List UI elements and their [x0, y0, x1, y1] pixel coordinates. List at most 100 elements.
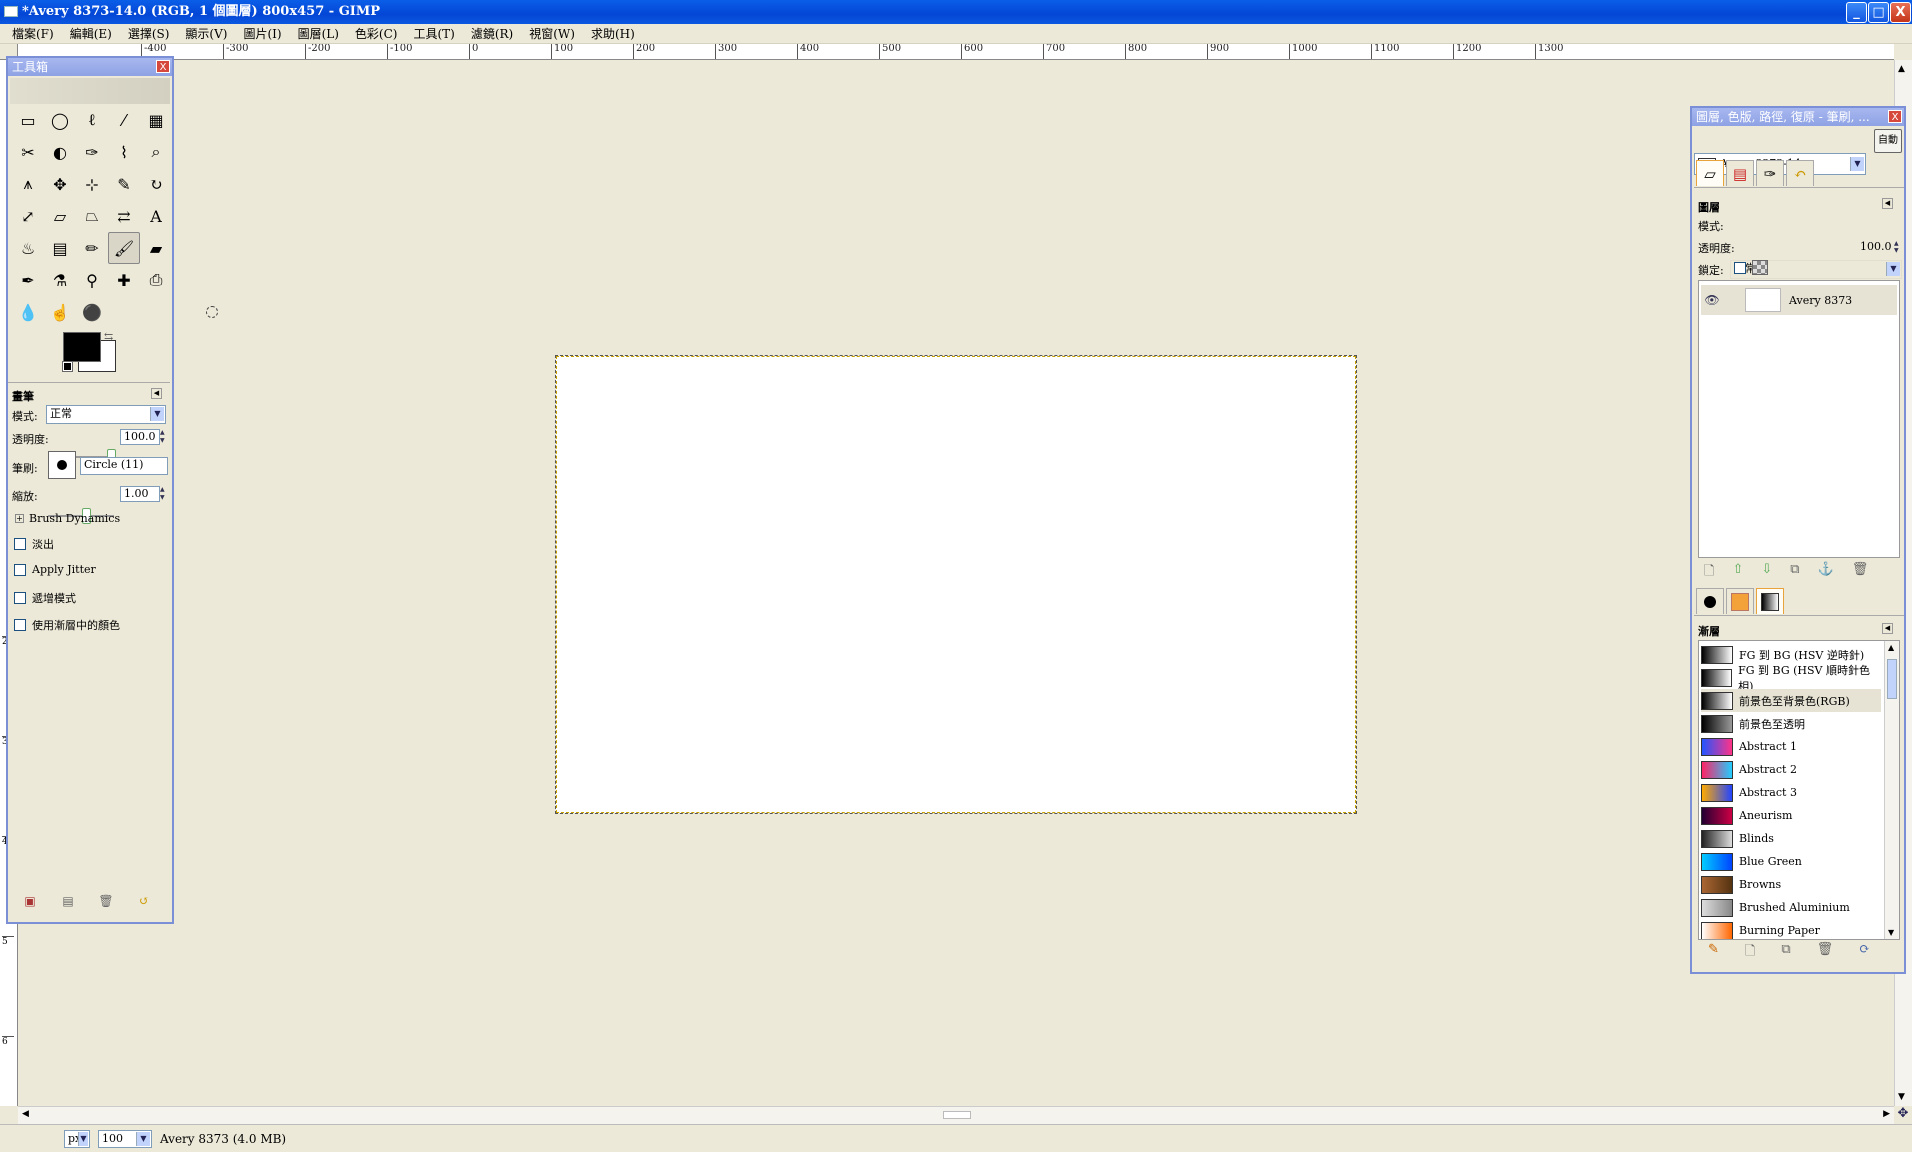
blend-icon[interactable]: ▤ — [44, 232, 76, 264]
scroll-up-icon[interactable]: ▲ — [1888, 643, 1894, 652]
reset-options-icon[interactable]: ↺ — [136, 894, 152, 908]
tab-paths[interactable]: ✑ — [1756, 160, 1784, 186]
align-icon[interactable]: ⊹ — [76, 168, 108, 200]
new-layer-icon[interactable]: 🗋 — [1704, 562, 1714, 584]
option-checkbox-row[interactable]: Apply Jitter — [14, 563, 96, 576]
edit-gradient-icon[interactable]: ✎ — [1708, 942, 1719, 964]
zoom-select[interactable]: 100 ▼ — [98, 1129, 152, 1148]
perspective-icon[interactable]: ⏢ — [76, 200, 108, 232]
tab-brushes[interactable] — [1696, 588, 1724, 614]
lock-alpha-icon[interactable] — [1752, 260, 1768, 275]
default-colors-icon[interactable] — [62, 361, 73, 372]
paths-icon[interactable]: ✑ — [76, 136, 108, 168]
brush-dynamics-expander[interactable]: Brush Dynamics — [29, 512, 120, 525]
menu-item-2[interactable]: 選擇(S) — [120, 25, 178, 42]
option-checkbox-row[interactable]: 遞增模式 — [14, 590, 76, 606]
tab-gradients[interactable] — [1756, 588, 1784, 614]
menu-item-8[interactable]: 濾鏡(R) — [463, 25, 521, 42]
perspective-clone-icon[interactable]: ⎙ — [140, 264, 172, 296]
tab-layers[interactable]: ▱ — [1696, 160, 1724, 186]
maximize-button[interactable]: □ — [1868, 2, 1889, 23]
menu-item-10[interactable]: 求助(H) — [583, 25, 643, 42]
gradient-item[interactable]: Brushed Aluminium — [1701, 896, 1881, 919]
scale-icon[interactable]: ⤢ — [12, 200, 44, 232]
layer-opacity-spinner-icon[interactable]: ▲ ▼ — [1894, 240, 1899, 254]
lower-layer-icon[interactable]: ⇩ — [1761, 562, 1772, 584]
rotate-icon[interactable]: ↻ — [140, 168, 172, 200]
heal-icon[interactable]: ✚ — [108, 264, 140, 296]
flip-icon[interactable]: ⇄ — [108, 200, 140, 232]
scroll-thumb[interactable] — [1887, 659, 1897, 699]
gradient-list[interactable]: FG 到 BG (HSV 逆時針) FG 到 BG (HSV 順時針色相) 前景色至… — [1698, 640, 1900, 940]
checkbox[interactable] — [14, 563, 26, 576]
measure-icon[interactable]: ⩚ — [12, 168, 44, 200]
visibility-eye-icon[interactable]: 👁 — [1701, 293, 1723, 307]
gradient-item[interactable]: Blue Green — [1701, 850, 1881, 873]
menu-item-6[interactable]: 色彩(C) — [347, 25, 406, 42]
zoom-icon[interactable]: ⌕ — [140, 136, 172, 168]
ellipse-select-icon[interactable]: ◯ — [44, 104, 76, 136]
shear-icon[interactable]: ▱ — [44, 200, 76, 232]
new-gradient-icon[interactable]: 🗋 — [1745, 942, 1755, 964]
opacity-input[interactable]: 100.0 — [120, 429, 160, 445]
tab-patterns[interactable] — [1726, 588, 1754, 614]
fuzzy-select-icon[interactable]: ⁄ — [108, 104, 140, 136]
gradient-item[interactable]: Browns — [1701, 873, 1881, 896]
toolbox-titlebar[interactable]: 工具箱 X — [8, 58, 172, 76]
horizontal-ruler[interactable]: -400 -300 -200 -100 0 100 200 300 400 500 600 700 80… — [18, 44, 1894, 60]
lock-pixels-checkbox[interactable] — [1734, 262, 1746, 274]
option-checkbox-row[interactable]: 使用漸層中的顏色 — [14, 617, 120, 633]
refresh-gradients-icon[interactable]: ⟳ — [1859, 942, 1870, 964]
move-icon[interactable]: ✥ — [44, 168, 76, 200]
gradient-item[interactable]: Abstract 2 — [1701, 758, 1881, 781]
mode-select[interactable]: 正常 ▼ — [46, 405, 166, 424]
paintbrush-icon[interactable]: 🖌 — [108, 232, 140, 264]
navigate-icon[interactable]: ✥ — [1894, 1106, 1912, 1124]
ink-icon[interactable]: ⚗ — [44, 264, 76, 296]
minimize-button[interactable]: _ — [1846, 2, 1867, 23]
menu-item-9[interactable]: 視窗(W) — [521, 25, 583, 42]
layers-menu-icon[interactable]: ◀ — [1882, 198, 1893, 209]
scale-input[interactable]: 1.00 — [120, 486, 160, 502]
color-picker-icon[interactable]: ⌇ — [108, 136, 140, 168]
close-button[interactable]: X — [1890, 2, 1911, 23]
scroll-left-icon[interactable]: ◀ — [22, 1109, 29, 1119]
color-select-icon[interactable]: ▦ — [140, 104, 172, 136]
gradient-item[interactable]: Abstract 1 — [1701, 735, 1881, 758]
menu-item-4[interactable]: 圖片(I) — [235, 25, 289, 42]
scale-spinner-icon[interactable]: ▲ ▼ — [160, 486, 165, 502]
menu-item-3[interactable]: 顯示(V) — [177, 25, 235, 42]
menu-item-5[interactable]: 圖層(L) — [290, 25, 347, 42]
clone-icon[interactable]: ⚲ — [76, 264, 108, 296]
scissors-icon[interactable]: ✂ — [12, 136, 44, 168]
scroll-up-icon[interactable]: ▲ — [1898, 64, 1905, 74]
menu-item-7[interactable]: 工具(T) — [405, 25, 462, 42]
layer-list[interactable]: 👁 Avery 8373 — [1698, 280, 1900, 558]
scroll-right-icon[interactable]: ▶ — [1883, 1109, 1890, 1119]
blur-icon[interactable]: 💧 — [12, 296, 44, 328]
foreground-color-swatch[interactable] — [63, 332, 101, 362]
tab-channels[interactable]: ▤ — [1726, 160, 1754, 186]
airbrush-icon[interactable]: ✒ — [12, 264, 44, 296]
gradient-item[interactable]: Aneurism — [1701, 804, 1881, 827]
gradients-menu-icon[interactable]: ◀ — [1882, 623, 1893, 634]
duplicate-gradient-icon[interactable]: ⧉ — [1781, 942, 1790, 964]
checkbox[interactable] — [14, 619, 26, 631]
rect-select-icon[interactable]: ▭ — [12, 104, 44, 136]
checkbox[interactable] — [14, 592, 26, 604]
brush-preview[interactable] — [48, 451, 76, 479]
delete-options-icon[interactable]: 🗑 — [98, 894, 114, 908]
restore-options-icon[interactable]: ▤ — [60, 894, 76, 908]
auto-button[interactable]: 自動 — [1874, 129, 1902, 153]
gradient-item[interactable]: 前景色至背景色(RGB) — [1701, 689, 1881, 712]
menu-item-0[interactable]: 檔案(F) — [4, 25, 62, 42]
smudge-icon[interactable]: ☝ — [44, 296, 76, 328]
toolbox-close-button[interactable]: X — [156, 60, 170, 73]
layer-opacity-value[interactable]: 100.0 — [1860, 240, 1892, 253]
foreground-select-icon[interactable]: ◐ — [44, 136, 76, 168]
expand-icon[interactable]: + — [15, 514, 24, 523]
layer-name[interactable]: Avery 8373 — [1789, 294, 1852, 307]
scroll-down-icon[interactable]: ▼ — [1888, 928, 1894, 937]
scroll-down-icon[interactable]: ▼ — [1898, 1092, 1905, 1102]
options-menu-icon[interactable]: ◀ — [151, 388, 162, 399]
